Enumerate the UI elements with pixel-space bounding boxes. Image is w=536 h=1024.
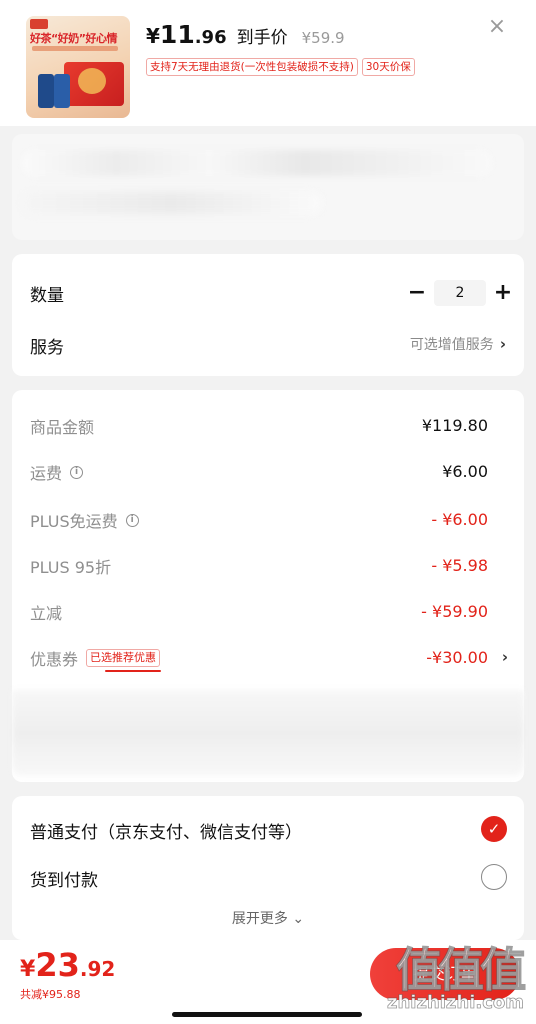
quantity-stepper: − 2 + — [406, 278, 514, 308]
payment-option-cod[interactable]: 货到付款 — [30, 866, 98, 891]
chevron-right-icon[interactable]: › — [502, 648, 508, 666]
gift-box-graphic — [64, 62, 124, 106]
close-icon[interactable]: × — [484, 14, 510, 40]
product-image: 好茶“好奶”好心情 — [26, 16, 130, 118]
coupon-amount: -¥30.00 — [426, 648, 488, 667]
plus-free-shipping-label: PLUS免运费 — [30, 512, 118, 531]
quantity-value[interactable]: 2 — [434, 280, 486, 306]
coupon-selected-tag: 已选推荐优惠 — [86, 649, 162, 672]
radio-unselected-icon[interactable] — [481, 864, 507, 890]
instant-discount-label: 立减 — [30, 604, 63, 623]
summary-row: 运费 i ¥6.00 — [12, 458, 524, 486]
coupon-value: -¥30.00 › — [426, 648, 508, 667]
info-icon[interactable]: i — [125, 513, 139, 527]
service-value: 可选增值服务 — [409, 337, 494, 353]
product-tags: 支持7天无理由退货(一次性包装破损不支持) 30天价保 — [146, 58, 415, 76]
payment-option-normal[interactable]: 普通支付（京东支付、微信支付等） — [30, 818, 302, 843]
payment-card: 普通支付（京东支付、微信支付等） ✓ 货到付款 展开更多 ⌄ — [12, 796, 524, 940]
shipping-value: ¥6.00 — [442, 462, 488, 481]
service-selector[interactable]: 可选增值服务 › — [410, 334, 506, 354]
shipping-label: 运费 — [30, 464, 63, 483]
quantity-label: 数量 — [30, 286, 64, 306]
total-saved: 共减¥95.88 — [20, 988, 81, 1001]
order-summary-card: 商品金额 ¥119.80 运费 i ¥6.00 PLUS免运费 i - ¥6.00 … — [12, 390, 524, 782]
quantity-service-card: 数量 − 2 + 服务 可选增值服务 › — [12, 254, 524, 376]
product-header: 好茶“好奶”好心情 ¥ 11 .96 到手价 ¥59.9 × 支持7天无理由退货… — [0, 0, 536, 126]
total-currency: ¥ — [20, 957, 36, 982]
blurred-address-line — [22, 150, 492, 176]
blurred-region — [12, 690, 524, 776]
submit-order-button[interactable]: 提交订单 — [370, 948, 520, 1000]
plus-discount-value: - ¥5.98 — [431, 556, 488, 575]
total-price: ¥ 23 .92 — [20, 946, 115, 984]
instant-discount-value: - ¥59.90 — [421, 602, 488, 621]
coupon-label: 优惠券 — [30, 650, 79, 669]
minus-button[interactable]: − — [406, 278, 428, 308]
brand-logo — [30, 19, 48, 29]
summary-row: PLUS免运费 i - ¥6.00 — [12, 506, 524, 534]
chevron-right-icon: › — [499, 335, 506, 353]
goods-amount-label: 商品金额 — [30, 418, 95, 437]
price-protection-tag: 30天价保 — [361, 58, 415, 76]
product-image-subtitle-bar — [32, 46, 118, 51]
expand-more-button[interactable]: 展开更多 ⌄ — [12, 908, 524, 928]
price-currency: ¥ — [146, 24, 160, 48]
plus-free-shipping-value: - ¥6.00 — [431, 510, 488, 529]
home-indicator[interactable] — [172, 1012, 362, 1017]
checkmark-selected-icon[interactable]: ✓ — [481, 816, 507, 842]
drink-cup-graphic — [54, 74, 70, 108]
summary-row: PLUS 95折 - ¥5.98 — [12, 552, 524, 580]
plus-button[interactable]: + — [492, 278, 514, 308]
price-label: 到手价 — [236, 28, 288, 48]
price-decimal: .96 — [194, 27, 227, 48]
final-price: ¥ 11 .96 到手价 ¥59.9 — [146, 20, 345, 54]
goods-amount-value: ¥119.80 — [421, 416, 488, 435]
plus-discount-label: PLUS 95折 — [30, 558, 112, 577]
total-integer: 23 — [35, 946, 80, 984]
blurred-address-line — [22, 192, 322, 214]
price-integer: 11 — [159, 20, 195, 49]
original-price: ¥59.9 — [301, 29, 345, 47]
total-decimal: .92 — [79, 957, 116, 981]
address-card-blurred[interactable] — [12, 134, 524, 240]
summary-row: 立减 - ¥59.90 — [12, 598, 524, 626]
return-policy-tag: 支持7天无理由退货(一次性包装破损不支持) — [146, 58, 358, 76]
service-label: 服务 — [30, 338, 64, 358]
info-icon[interactable]: i — [70, 465, 84, 479]
product-image-slogan: 好茶“好奶”好心情 — [30, 32, 117, 45]
drink-cup-graphic — [38, 74, 54, 108]
summary-row: 商品金额 ¥119.80 — [12, 412, 524, 440]
coupon-row[interactable]: 优惠券 已选推荐优惠 -¥30.00 › — [12, 644, 524, 672]
checkout-bar: ¥ 23 .92 共减¥95.88 提交订单 — [0, 940, 536, 1024]
